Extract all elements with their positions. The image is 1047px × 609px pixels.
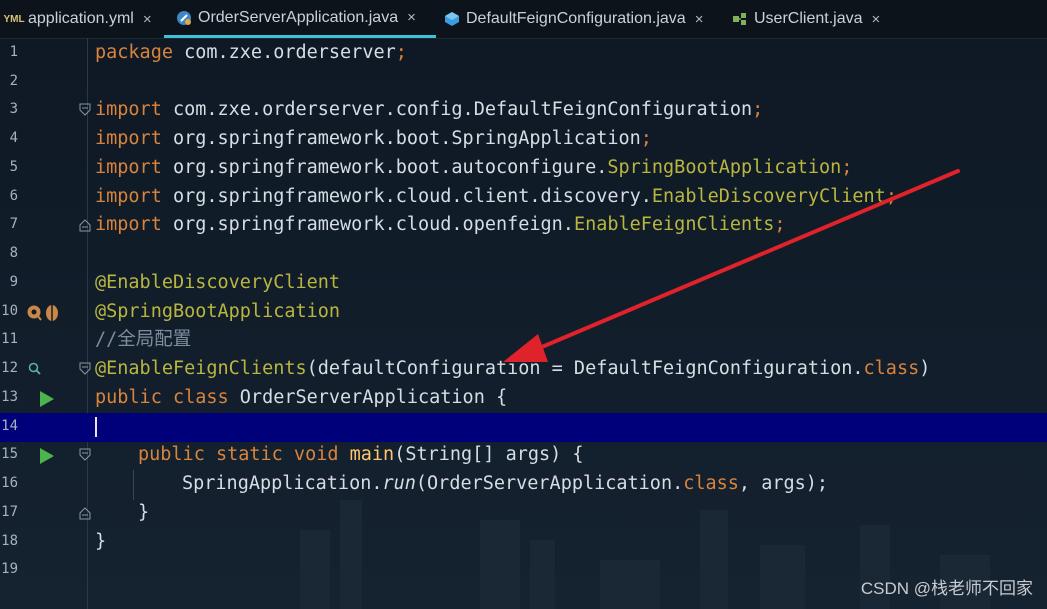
annotation-arrow [503,169,960,362]
